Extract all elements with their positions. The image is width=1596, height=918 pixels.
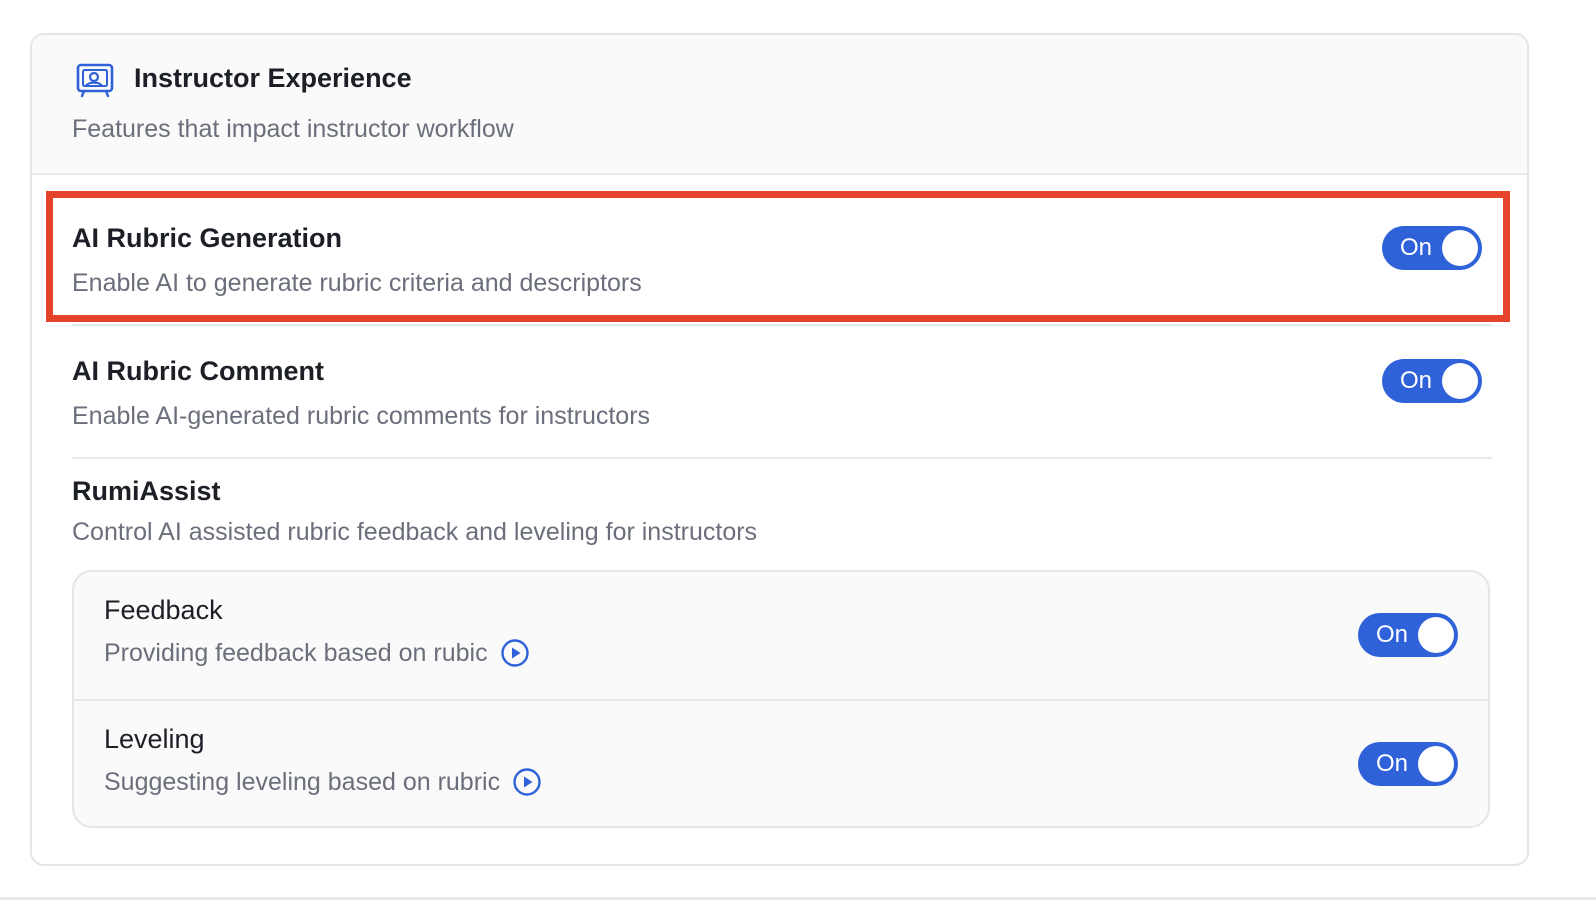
rumiassist-header: RumiAssist Control AI assisted rubric fe… [72,476,1492,556]
feedback-title: Feedback [104,595,223,625]
row-divider [72,324,1492,326]
rumiassist-title: RumiAssist [72,476,221,506]
leveling-title: Leveling [104,724,205,754]
setting-title: AI Rubric Comment [72,356,325,386]
leveling-toggle[interactable]: On [1358,742,1458,786]
section-title: Instructor Experience [134,63,412,93]
play-circle-icon[interactable] [500,638,530,668]
presentation-board-icon [76,63,114,98]
settings-page: Instructor Experience Features that impa… [0,0,1596,918]
leveling-description-text: Suggesting leveling based on rubric [104,767,501,796]
row-divider [72,457,1492,459]
instructor-experience-card: Instructor Experience Features that impa… [30,33,1529,866]
setting-row-ai-rubric-comment: AI Rubric Comment Enable AI-generated ru… [72,356,1492,436]
highlight-box [46,191,1510,322]
rumiassist-panel: Feedback Providing feedback based on rub… [72,570,1490,828]
page-bottom-border [0,897,1596,900]
setting-description: Enable AI-generated rubric comments for … [72,402,651,430]
toggle-label: On [1400,367,1433,394]
toggle-knob [1418,746,1454,782]
toggle-label: On [1376,621,1409,648]
feedback-description: Providing feedback based on rubic [104,638,530,668]
toggle-knob [1442,363,1478,399]
play-circle-icon[interactable] [512,767,542,797]
toggle-knob [1418,617,1454,653]
ai-rubric-comment-toggle[interactable]: On [1382,359,1482,403]
leveling-description: Suggesting leveling based on rubric [104,767,542,797]
rumiassist-description: Control AI assisted rubric feedback and … [72,518,758,546]
section-subtitle: Features that impact instructor workflow [72,115,514,143]
panel-divider [74,699,1488,701]
feedback-description-text: Providing feedback based on rubic [104,638,488,667]
toggle-label: On [1376,750,1409,777]
feedback-toggle[interactable]: On [1358,613,1458,657]
card-header: Instructor Experience Features that impa… [32,35,1527,175]
